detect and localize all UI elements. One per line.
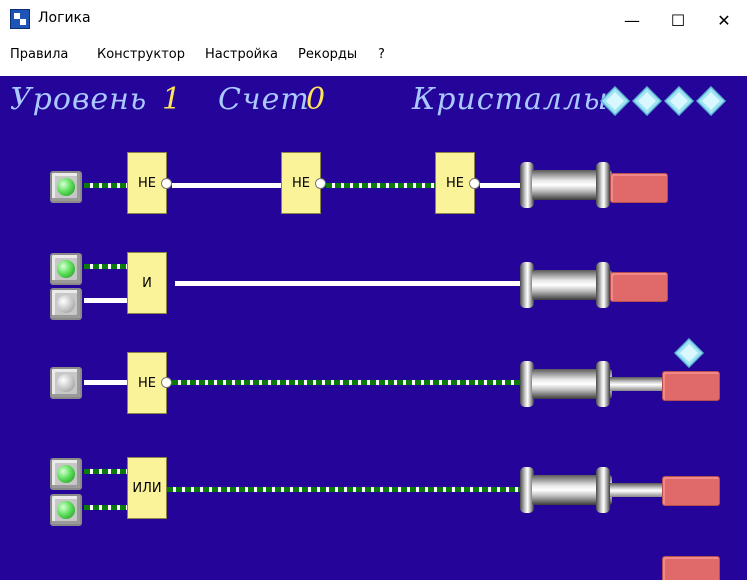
output-block [662, 371, 720, 401]
wire-active [326, 183, 436, 188]
lamp-bulb-off [57, 295, 75, 313]
wire-active [84, 469, 128, 474]
menu-constructor[interactable]: Конструктор [97, 47, 185, 62]
piston-cap [596, 162, 610, 208]
input-lamp[interactable] [50, 458, 82, 490]
wire-inactive [172, 183, 282, 188]
input-lamp[interactable] [50, 367, 82, 399]
menu-settings[interactable]: Настройка [205, 47, 278, 62]
wire-inactive [175, 281, 524, 286]
lamp-bulb-on [57, 260, 75, 278]
crystal-icon [632, 86, 662, 116]
piston-rod [610, 377, 666, 391]
output-block [610, 272, 668, 302]
lamp-bulb-on [57, 501, 75, 519]
output-block [662, 556, 720, 580]
piston-cap [596, 467, 610, 513]
close-button[interactable]: ✕ [701, 0, 747, 40]
menu-rules[interactable]: Правила [10, 47, 68, 62]
crystal-icon[interactable] [674, 338, 704, 368]
gate-or: ИЛИ [127, 457, 167, 519]
wire-inactive [84, 298, 128, 303]
input-lamp[interactable] [50, 494, 82, 526]
input-lamp[interactable] [50, 253, 82, 285]
crystal-icon [696, 86, 726, 116]
score-label: Счет [218, 82, 310, 117]
output-block [662, 476, 720, 506]
wire-active [84, 183, 128, 188]
wire-active [84, 264, 128, 269]
lamp-bulb-off [57, 374, 75, 392]
wire-active [84, 505, 128, 510]
menu-bar: Правила Конструктор Настройка Рекорды ? [0, 44, 747, 66]
lamp-bulb-on [57, 178, 75, 196]
piston-cap [596, 262, 610, 308]
gate-and: И [127, 252, 167, 314]
lamp-bulb-on [57, 465, 75, 483]
wire-inactive [480, 183, 524, 188]
output-block [610, 173, 668, 203]
maximize-button[interactable]: ☐ [655, 0, 701, 40]
piston-rod [610, 483, 666, 497]
level-label: Уровень [10, 82, 148, 117]
score-value: 0 [306, 82, 326, 117]
window-title: Логика [38, 10, 91, 26]
game-board: Уровень 1 Счет 0 Кристаллы НЕ НЕ НЕ И НЕ [0, 76, 747, 580]
wire-active [167, 487, 524, 492]
inverter-dot [469, 178, 480, 189]
menu-records[interactable]: Рекорды [298, 47, 357, 62]
inverter-dot [161, 377, 172, 388]
crystal-icon [600, 86, 630, 116]
wire-active [172, 380, 524, 385]
piston-cap [596, 361, 610, 407]
menu-help[interactable]: ? [378, 47, 385, 62]
crystal-icon [664, 86, 694, 116]
title-bar: Логика — ☐ ✕ [0, 0, 747, 40]
input-lamp[interactable] [50, 288, 82, 320]
inverter-dot [161, 178, 172, 189]
wire-inactive [84, 380, 128, 385]
minimize-button[interactable]: — [609, 0, 655, 40]
level-value: 1 [162, 82, 182, 117]
crystals-label: Кристаллы [412, 82, 609, 117]
input-lamp[interactable] [50, 171, 82, 203]
app-icon [10, 9, 30, 29]
inverter-dot [315, 178, 326, 189]
